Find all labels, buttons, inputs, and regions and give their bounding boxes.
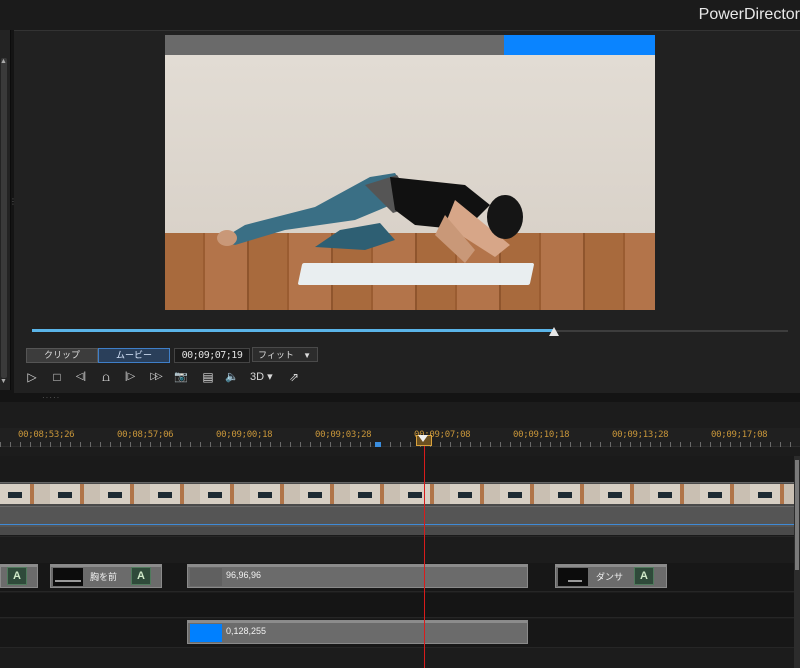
seek-bar-progress <box>32 329 554 332</box>
library-scrollbar[interactable] <box>1 58 7 378</box>
color-clip-label: 96,96,96 <box>226 570 262 580</box>
marker-icon[interactable]: ⩍ <box>97 369 115 385</box>
fast-forward-icon[interactable]: ▷▷ <box>144 369 166 385</box>
scroll-down-icon[interactable]: ▼ <box>0 378 7 385</box>
color-board-clip[interactable]: 96,96,96 <box>187 564 528 588</box>
thumbnail-text-line <box>568 580 582 582</box>
title-thumbnail <box>558 568 588 586</box>
empty-track-lane[interactable] <box>0 593 796 618</box>
timeline-ruler-ticks <box>0 442 800 447</box>
ruler-label: 00;09;03;28 <box>315 430 372 440</box>
3d-mode-button[interactable]: 3D ▾ <box>250 369 273 385</box>
stop-icon[interactable]: □ <box>48 369 66 385</box>
timecode-display[interactable]: 00;09;07;19 <box>174 348 250 363</box>
title-clip-label: ダンサ <box>596 572 624 582</box>
volume-icon[interactable]: 🔈 <box>223 369 241 385</box>
snapshot-camera-icon[interactable]: 📷 <box>172 369 190 385</box>
playhead-handle[interactable] <box>418 435 428 442</box>
title-thumbnail <box>53 568 83 586</box>
zoom-fit-select[interactable]: フィット ▼ <box>252 347 318 362</box>
clip-edge <box>188 565 527 567</box>
undock-preview-icon[interactable]: ⇗ <box>285 369 303 385</box>
timeline-scrollbar-thumb[interactable] <box>795 460 799 570</box>
play-icon[interactable]: ▷ <box>23 369 41 385</box>
ruler-label: 00;09;13;28 <box>612 430 669 440</box>
title-a-icon: A <box>634 567 654 585</box>
subtitle-icon[interactable]: ▤ <box>199 369 217 385</box>
clip-mode-button[interactable]: クリップ <box>26 348 98 363</box>
playhead-line <box>424 446 425 668</box>
work-area-marker[interactable] <box>375 442 381 447</box>
title-clip[interactable]: A <box>0 564 38 588</box>
video-person-figure <box>217 173 523 263</box>
previous-frame-icon[interactable]: ◁| <box>72 369 90 385</box>
ruler-label: 00;09;10;18 <box>513 430 570 440</box>
title-clip[interactable]: ダンサ A <box>555 564 667 588</box>
color-board-clip[interactable]: 0,128,255 <box>187 620 528 644</box>
title-bar <box>0 0 800 30</box>
preview-video[interactable] <box>165 35 655 310</box>
movie-mode-button[interactable]: ムービー <box>98 348 170 363</box>
seek-bar-handle[interactable] <box>549 327 559 336</box>
ruler-label: 00;08;57;06 <box>117 430 174 440</box>
app-title: PowerDirector <box>698 6 800 23</box>
chevron-down-icon: ▼ <box>303 351 311 360</box>
zoom-fit-label: フィット <box>258 350 294 360</box>
thumbnail-text-line <box>55 580 81 582</box>
panel-resize-grip-icon[interactable]: ⋮ <box>9 198 17 206</box>
title-clip-label: 胸を前 <box>90 572 118 582</box>
audio-volume-line[interactable] <box>0 524 794 525</box>
color-clip-label: 0,128,255 <box>226 626 267 636</box>
title-clip[interactable]: 胸を前 A <box>50 564 162 588</box>
title-a-icon: A <box>7 567 27 585</box>
clip-edge <box>188 621 527 623</box>
ruler-label: 00;09;17;08 <box>711 430 768 440</box>
ruler-label: 00;08;53;26 <box>18 430 75 440</box>
next-frame-icon[interactable]: |▷ <box>121 369 139 385</box>
panel-resize-grip-icon[interactable]: ····· <box>42 393 60 402</box>
color-swatch <box>190 624 222 642</box>
color-swatch <box>190 568 222 586</box>
scroll-up-icon[interactable]: ▲ <box>0 58 7 65</box>
ruler-label: 00;09;00;18 <box>216 430 273 440</box>
title-a-icon: A <box>131 567 151 585</box>
video-clip-thumbnail-figures <box>0 492 794 498</box>
